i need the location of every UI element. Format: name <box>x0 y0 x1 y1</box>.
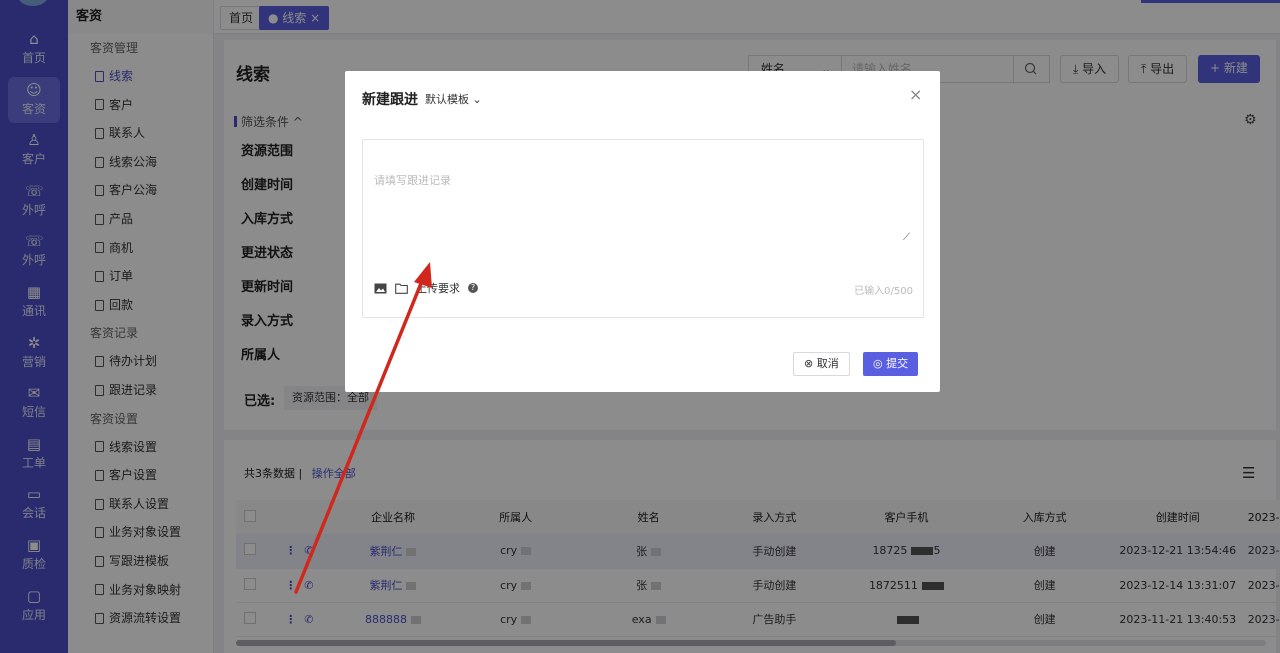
editor-toolbar: 上传要求 ? <box>374 280 478 296</box>
editor-placeholder: 请填写跟进记录 <box>374 174 451 187</box>
char-counter: 已输入0/500 <box>854 286 913 297</box>
folder-icon[interactable] <box>395 283 408 294</box>
chevron-down-icon: ⌄ <box>472 93 482 106</box>
submit-button[interactable]: ◎ 提交 <box>863 352 919 376</box>
upload-requirements[interactable]: 上传要求 <box>416 280 460 296</box>
cancel-label: 取消 <box>816 357 839 370</box>
check-circle-icon: ◎ <box>873 357 883 370</box>
submit-label: 提交 <box>886 357 909 370</box>
modal-title: 新建跟进 <box>362 92 418 108</box>
close-icon[interactable]: × <box>909 85 922 104</box>
template-label: 默认模板 <box>425 93 469 106</box>
cancel-button[interactable]: ⊗ 取消 <box>793 352 850 376</box>
new-followup-modal: 新建跟进 默认模板 ⌄ × 请填写跟进记录 ⟋ 上传要求 ? 已输入0/500 … <box>345 71 940 392</box>
help-icon[interactable]: ? <box>468 283 478 293</box>
template-select[interactable]: 默认模板 ⌄ <box>425 91 482 107</box>
cancel-icon: ⊗ <box>804 357 814 370</box>
followup-editor[interactable]: 请填写跟进记录 ⟋ 上传要求 ? 已输入0/500 <box>362 139 924 318</box>
resize-handle-icon[interactable]: ⟋ <box>903 232 910 243</box>
image-icon[interactable] <box>374 283 387 294</box>
